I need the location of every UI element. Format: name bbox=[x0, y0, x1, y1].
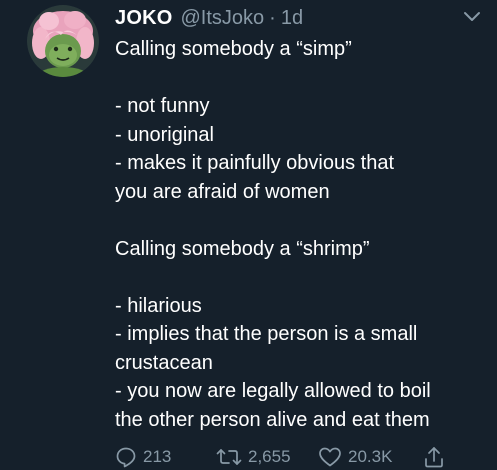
tweet-line: - you now are legally allowed to boil bbox=[115, 380, 431, 402]
tweet-line: crustacean bbox=[115, 351, 213, 374]
tweet-header: JOKO @ItsJoko · 1d bbox=[115, 4, 303, 32]
like-count: 20.3K bbox=[348, 447, 393, 466]
avatar[interactable] bbox=[27, 5, 99, 77]
tweet-line: Calling somebody a “simp” bbox=[115, 38, 352, 60]
author-handle[interactable]: @ItsJoko bbox=[180, 4, 264, 32]
reply-icon bbox=[116, 447, 136, 468]
tweet-line: - makes it painfully obvious that bbox=[115, 152, 395, 174]
chevron-down-icon[interactable] bbox=[462, 10, 482, 24]
heart-icon bbox=[319, 447, 341, 467]
tweet-line: you are afraid of women bbox=[115, 180, 330, 203]
share-button[interactable] bbox=[423, 443, 445, 470]
tweet[interactable]: JOKO @ItsJoko · 1d Calling somebody a “s… bbox=[0, 0, 497, 470]
retweet-icon bbox=[216, 449, 242, 465]
author-name[interactable]: JOKO bbox=[115, 4, 172, 32]
tweet-text: Calling somebody a “simp” - not funny - … bbox=[115, 35, 490, 434]
retweet-count: 2,655 bbox=[248, 447, 291, 466]
share-icon bbox=[425, 447, 443, 468]
tweet-actions: 213 2,655 20.3K bbox=[115, 443, 485, 470]
tweet-line: - implies that the person is a small bbox=[115, 323, 418, 345]
reply-button[interactable]: 213 bbox=[115, 443, 171, 470]
tweet-line: - unoriginal bbox=[115, 123, 214, 146]
tweet-line: - not funny bbox=[115, 95, 210, 117]
retweet-button[interactable]: 2,655 bbox=[216, 443, 291, 470]
tweet-line: - hilarious bbox=[115, 294, 202, 317]
like-button[interactable]: 20.3K bbox=[318, 443, 392, 470]
avatar-image bbox=[27, 5, 99, 77]
reply-count: 213 bbox=[143, 447, 172, 466]
separator-dot: · bbox=[269, 7, 276, 29]
tweet-timestamp[interactable]: 1d bbox=[281, 4, 303, 32]
tweet-line: the other person alive and eat them bbox=[115, 408, 430, 431]
tweet-line: Calling somebody a “shrimp” bbox=[115, 237, 370, 260]
